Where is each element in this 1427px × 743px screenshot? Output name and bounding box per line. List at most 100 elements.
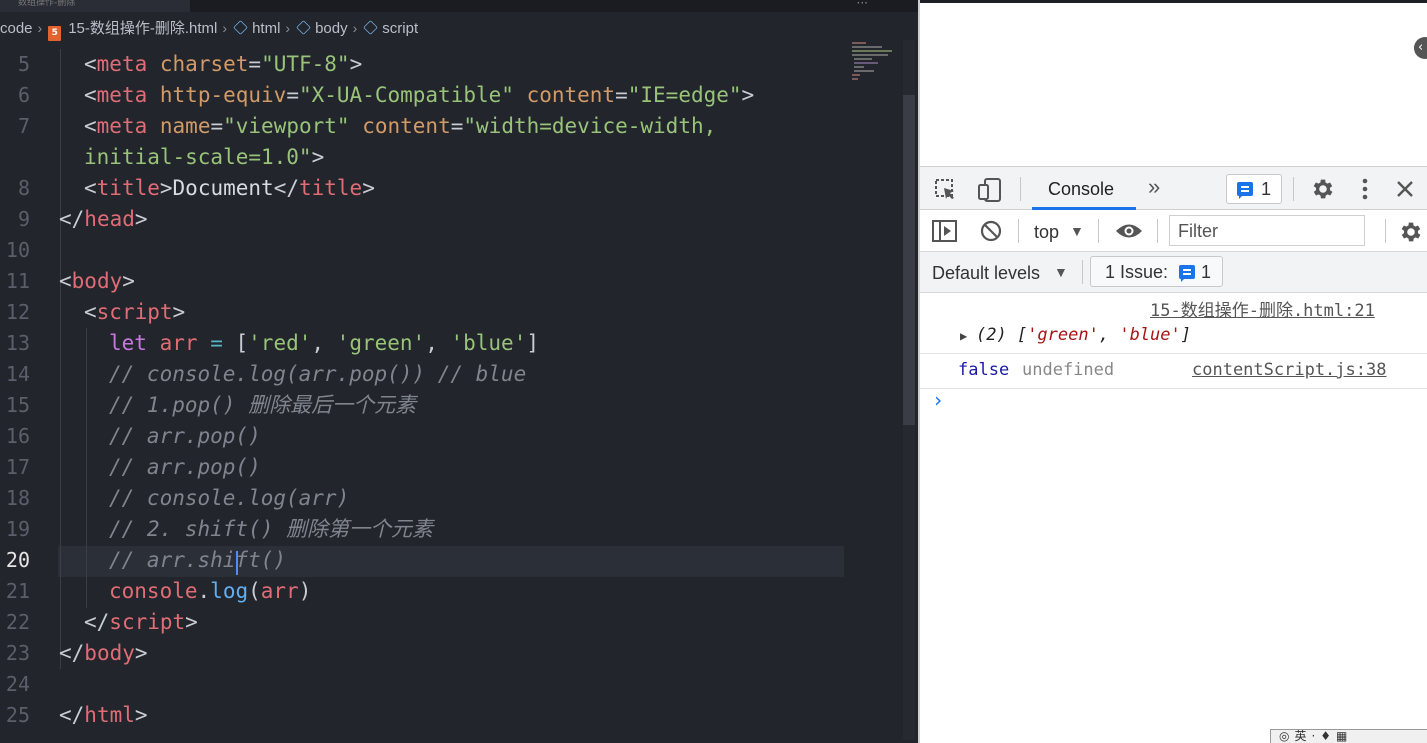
- code-line[interactable]: 16 // arr.pop(): [0, 421, 900, 452]
- code-token: // 2. shift() 删除第一个元素: [109, 517, 434, 541]
- code-token: >: [134, 641, 148, 665]
- chevron-left-icon[interactable]: ‹: [1414, 37, 1427, 59]
- console-prompt-chevron-icon[interactable]: ›: [932, 389, 944, 411]
- code-token: </: [59, 703, 85, 727]
- code-line[interactable]: 15 // 1.pop() 删除最后一个元素: [0, 390, 900, 421]
- kebab-menu-icon[interactable]: [1360, 177, 1370, 201]
- clear-console-icon[interactable]: [980, 220, 1002, 242]
- code-token: </: [59, 207, 85, 231]
- code-token: initial-scale=1.0": [84, 145, 312, 169]
- code-token: .: [197, 579, 211, 603]
- toolbar-divider: [1157, 219, 1158, 243]
- code-token: // console.log(arr.pop()) // blue: [109, 362, 527, 386]
- context-selector[interactable]: top: [1034, 221, 1059, 243]
- minimap[interactable]: [848, 40, 903, 85]
- breadcrumb-file[interactable]: 15-数组操作-删除.html: [68, 17, 217, 41]
- line-number: 16: [5, 424, 30, 448]
- code-line[interactable]: 25 </html>: [0, 700, 900, 731]
- code-token: >: [741, 83, 755, 107]
- filter-input[interactable]: Filter: [1169, 215, 1365, 246]
- code-line[interactable]: 6 <meta http-equiv="X-UA-Compatible" cont…: [0, 80, 900, 111]
- code-line[interactable]: 21 console.log(arr): [0, 576, 900, 607]
- code-token: "IE=edge": [627, 83, 742, 107]
- issues-counter-button[interactable]: 1: [1226, 174, 1282, 204]
- issues-counter: 1: [1261, 179, 1272, 199]
- line-number: 7: [17, 114, 30, 138]
- editor-tab-strip: 数组操作-删除 ···: [0, 0, 918, 12]
- code-token: >: [185, 610, 198, 634]
- code-token: <: [84, 114, 97, 138]
- line-number: 14: [5, 362, 30, 386]
- code-line[interactable]: 8 <title>Document</title>: [0, 173, 900, 204]
- code-token: script: [109, 610, 186, 634]
- log-source-link[interactable]: 15-数组操作-删除.html:21: [1150, 300, 1375, 322]
- code-line[interactable]: 10: [0, 235, 900, 266]
- log-source-link[interactable]: contentScript.js:38: [1192, 359, 1386, 381]
- code-line[interactable]: 5 <meta charset="UTF-8">: [0, 49, 900, 80]
- code-token: <: [59, 269, 72, 293]
- code-text: console.log(arr): [109, 576, 311, 607]
- line-number: 21: [5, 579, 30, 603]
- device-toolbar-icon[interactable]: [976, 176, 1004, 204]
- live-expression-eye-icon[interactable]: [1115, 222, 1143, 240]
- code-line[interactable]: 7 <meta name="viewport" content="width=de…: [0, 111, 900, 142]
- code-token: charset: [159, 52, 249, 76]
- code-line[interactable]: initial-scale=1.0">: [0, 142, 900, 173]
- code-token: script: [96, 300, 173, 324]
- settings-gear-icon[interactable]: [1310, 176, 1336, 202]
- code-line[interactable]: 19 // 2. shift() 删除第一个元素: [0, 514, 900, 545]
- code-text: initial-scale=1.0">: [84, 142, 324, 173]
- code-token: =: [210, 331, 223, 355]
- code-token: ]: [526, 331, 539, 355]
- code-token: body: [84, 641, 135, 665]
- line-number: 20: [5, 548, 30, 572]
- code-line[interactable]: 11 <body>: [0, 266, 900, 297]
- breadcrumb-html[interactable]: html: [252, 17, 280, 41]
- code-token: =: [450, 114, 464, 138]
- expand-triangle-icon[interactable]: ▶: [960, 325, 967, 347]
- code-token: ,: [425, 331, 451, 355]
- devtools-panel: Console » 1 top ▼ Filter Default levels …: [920, 166, 1427, 743]
- inspect-element-icon[interactable]: [934, 178, 958, 202]
- code-token: meta: [96, 114, 148, 138]
- log-array-value[interactable]: (2) ['green', 'blue']: [976, 324, 1191, 346]
- code-line[interactable]: 24: [0, 669, 900, 700]
- code-token: =: [615, 83, 628, 107]
- breadcrumb-script[interactable]: script: [382, 17, 418, 41]
- filter-placeholder: Filter: [1178, 221, 1218, 241]
- code-line[interactable]: 14 // console.log(arr.pop()) // blue: [0, 359, 900, 390]
- dropdown-arrow-icon[interactable]: ▼: [1054, 261, 1068, 283]
- breadcrumb-code[interactable]: code: [0, 17, 33, 41]
- log-undefined-value: undefined: [1022, 360, 1115, 380]
- code-text: let arr = ['red', 'green', 'blue']: [109, 328, 539, 359]
- code-line[interactable]: 17 // arr.pop(): [0, 452, 900, 483]
- line-number: 6: [17, 83, 30, 107]
- code-token: title: [96, 176, 160, 200]
- console-settings-gear-icon[interactable]: [1398, 219, 1424, 245]
- code-line[interactable]: 23 </body>: [0, 638, 900, 669]
- close-icon[interactable]: [1396, 180, 1414, 198]
- code-line[interactable]: 20 // arr.shift(): [0, 545, 900, 576]
- code-line[interactable]: 18 // console.log(arr): [0, 483, 900, 514]
- code-line[interactable]: 9 </head>: [0, 204, 900, 235]
- tab-console[interactable]: Console: [1048, 178, 1114, 200]
- editor-scrollbar-thumb[interactable]: [903, 95, 915, 425]
- show-sidebar-icon[interactable]: [932, 220, 958, 242]
- issues-button[interactable]: 1 Issue: 1: [1090, 256, 1223, 287]
- editor-tab[interactable]: 数组操作-删除: [0, 0, 190, 12]
- log-levels-dropdown[interactable]: Default levels: [932, 262, 1040, 284]
- breadcrumb-body[interactable]: body: [315, 17, 348, 41]
- code-token: // arr.shift(): [109, 548, 287, 572]
- code-line[interactable]: 22 </script>: [0, 607, 900, 638]
- more-tabs-chevron-icon[interactable]: »: [1148, 176, 1160, 198]
- issues-label: 1 Issue:: [1105, 262, 1169, 282]
- more-actions-icon[interactable]: ···: [857, 0, 868, 10]
- code-line[interactable]: 13 let arr = ['red', 'green', 'blue']: [0, 328, 900, 359]
- code-line[interactable]: 12 <script>: [0, 297, 900, 328]
- code-token: title: [298, 176, 363, 200]
- dropdown-arrow-icon[interactable]: ▼: [1070, 220, 1084, 242]
- message-icon: [1179, 265, 1195, 282]
- code-editor[interactable]: 数组操作-删除 ··· code › 5 15-数组操作-删除.html › html › b…: [0, 0, 918, 743]
